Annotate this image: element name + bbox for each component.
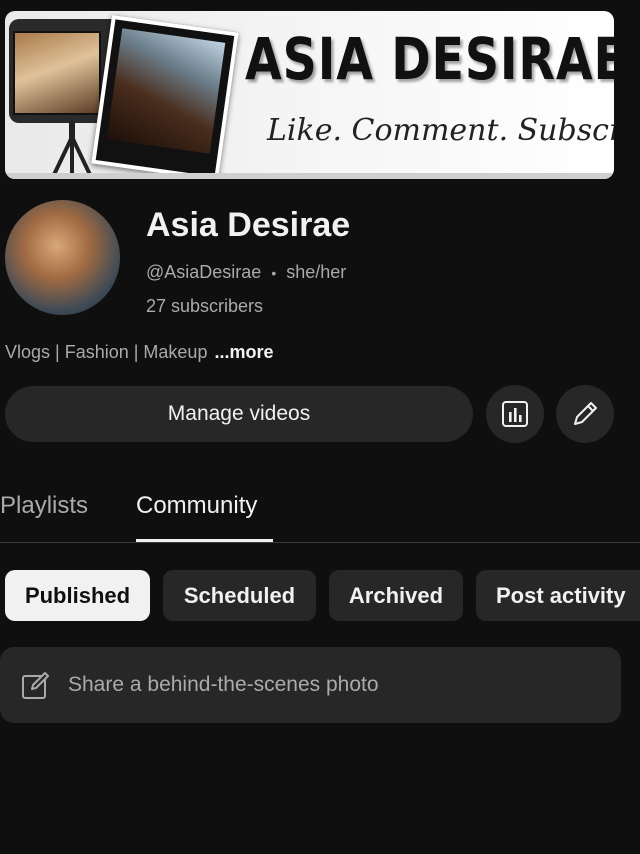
create-post-composer[interactable]: Share a behind-the-scenes photo <box>0 647 621 723</box>
tab-community[interactable]: Community <box>136 488 257 542</box>
manage-videos-button[interactable]: Manage videos <box>5 386 473 442</box>
camera-screen-photo <box>13 31 101 115</box>
separator-dot: • <box>271 265 276 281</box>
chip-published[interactable]: Published <box>5 570 150 621</box>
banner-tagline: Like. Comment. Subscribe! <box>267 113 614 148</box>
composer-placeholder: Share a behind-the-scenes photo <box>68 673 379 697</box>
tabs-divider <box>0 542 640 543</box>
more-link[interactable]: ...more <box>214 342 273 362</box>
channel-name: Asia Desirae <box>146 206 350 245</box>
channel-handle: @AsiaDesirae <box>146 262 261 283</box>
tab-playlists[interactable]: Playlists <box>0 488 88 542</box>
edit-post-icon <box>20 669 52 701</box>
channel-handle-row: @AsiaDesirae • she/her <box>146 262 346 283</box>
analytics-button[interactable] <box>486 385 544 443</box>
banner-title: ASIA DESIRAE <box>245 25 548 93</box>
chip-post-activity[interactable]: Post activity <box>476 570 640 621</box>
pencil-icon <box>570 399 600 429</box>
polaroid-image <box>107 28 226 153</box>
description-text: Vlogs | Fashion | Makeup <box>5 342 207 362</box>
banner-bottom-bar <box>5 173 614 179</box>
chip-scheduled[interactable]: Scheduled <box>163 570 316 621</box>
channel-avatar[interactable] <box>5 200 120 315</box>
edit-channel-button[interactable] <box>556 385 614 443</box>
subscriber-count: 27 subscribers <box>146 296 263 317</box>
channel-description[interactable]: Vlogs | Fashion | Makeup ...more <box>5 342 274 363</box>
channel-tabs: Playlists Community <box>0 488 640 544</box>
channel-banner: ASIA DESIRAE Like. Comment. Subscribe! <box>5 11 614 179</box>
chip-archived[interactable]: Archived <box>329 570 463 621</box>
tripod-graphic <box>47 121 97 179</box>
analytics-icon <box>501 400 529 428</box>
channel-pronouns: she/her <box>286 262 346 283</box>
polaroid-photo <box>91 15 239 179</box>
